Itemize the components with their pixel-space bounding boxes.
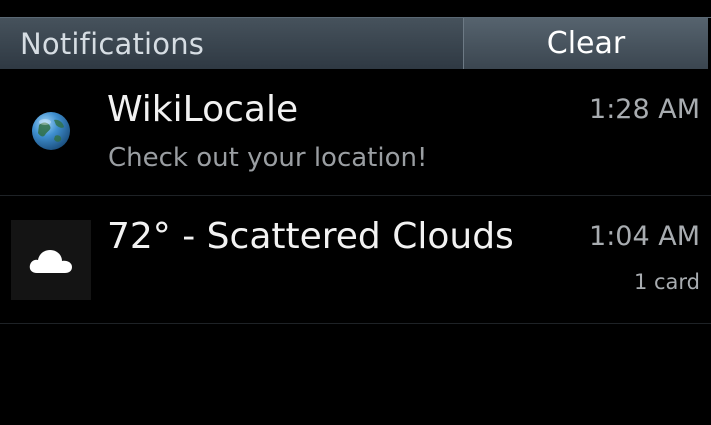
notification-time: 1:04 AM bbox=[589, 221, 700, 252]
status-bar-gap bbox=[0, 0, 711, 17]
notification-title: WikiLocale bbox=[107, 89, 299, 130]
notification-item-wikilocale[interactable]: WikiLocale Check out your location! 1:28… bbox=[0, 69, 711, 196]
notifications-title: Notifications bbox=[20, 26, 205, 61]
notifications-header: Notifications Clear bbox=[0, 17, 711, 69]
notification-subtitle: Check out your location! bbox=[108, 143, 428, 173]
cloud-icon bbox=[11, 220, 91, 300]
notification-list: WikiLocale Check out your location! 1:28… bbox=[0, 69, 711, 324]
notification-time: 1:28 AM bbox=[589, 94, 700, 125]
globe-icon bbox=[11, 91, 91, 171]
notification-count: 1 card bbox=[633, 270, 700, 294]
notification-item-weather[interactable]: 72° - Scattered Clouds 1:04 AM 1 card bbox=[0, 196, 711, 324]
clear-button[interactable]: Clear bbox=[463, 18, 708, 69]
notification-title: 72° - Scattered Clouds bbox=[107, 216, 514, 257]
notification-shade: Notifications Clear WikiLocale Check out… bbox=[0, 0, 711, 425]
